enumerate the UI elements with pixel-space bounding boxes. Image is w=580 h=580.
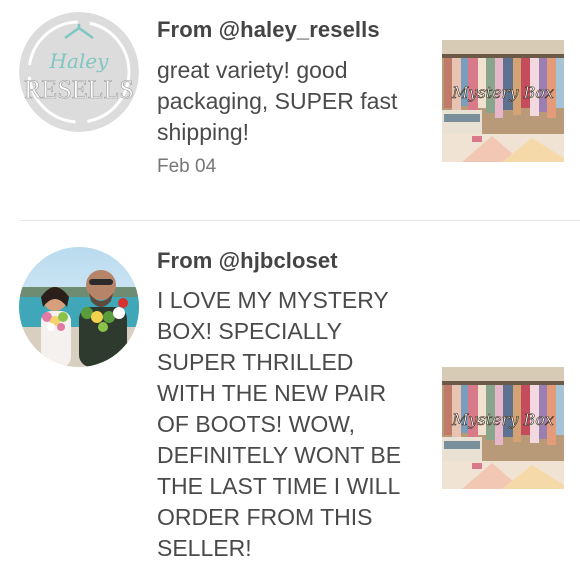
- review-date: Feb 04: [157, 156, 217, 177]
- svg-text:RESELLS: RESELLS: [24, 75, 134, 104]
- avatar-haley-resells[interactable]: Haley RESELLS: [19, 12, 139, 132]
- thumbnail-caption: Mystery Box: [451, 410, 554, 429]
- review-from[interactable]: From @haley_resells: [157, 17, 380, 43]
- review-divider: [20, 220, 580, 221]
- haley-resells-logo: Haley RESELLS: [19, 12, 139, 132]
- reviews-page: Haley RESELLS From @haley_resells great …: [0, 0, 580, 580]
- review-from[interactable]: From @hjbcloset: [157, 248, 338, 274]
- listing-thumbnail[interactable]: Mystery Box: [442, 40, 564, 162]
- svg-text:Haley: Haley: [49, 49, 110, 73]
- thumbnail-caption: Mystery Box: [451, 83, 554, 102]
- listing-thumbnail[interactable]: Mystery Box: [442, 367, 564, 489]
- mystery-box-image: Mystery Box: [442, 40, 564, 162]
- review-item: Haley RESELLS From @haley_resells great …: [0, 0, 580, 220]
- review-item: From @hjbcloset I LOVE MY MYSTERY BOX! S…: [0, 222, 580, 580]
- mystery-box-image: Mystery Box: [442, 367, 564, 489]
- review-comment: I LOVE MY MYSTERY BOX! SPECIALLY SUPER T…: [157, 287, 402, 561]
- avatar-hjbcloset[interactable]: [19, 247, 139, 367]
- review-comment: great variety! good packaging, SUPER fas…: [157, 57, 398, 145]
- hjbcloset-profile-photo: [19, 247, 139, 367]
